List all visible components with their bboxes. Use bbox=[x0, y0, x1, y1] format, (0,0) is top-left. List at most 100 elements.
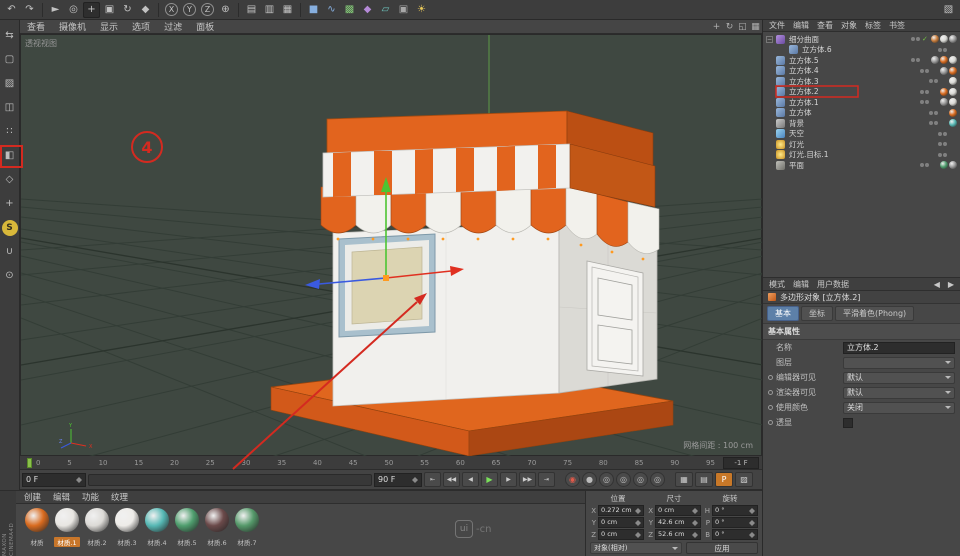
size-y-field[interactable]: 42.6 cm bbox=[655, 517, 701, 528]
visibility-dots[interactable] bbox=[938, 47, 947, 52]
menu-edit[interactable]: 编辑 bbox=[793, 20, 809, 31]
position-y-field[interactable]: 0 cm bbox=[598, 517, 644, 528]
lock-x-icon[interactable]: X bbox=[165, 3, 178, 16]
quantize-icon[interactable]: ⊙ bbox=[2, 268, 18, 284]
lock-y-icon[interactable]: Y bbox=[183, 3, 196, 16]
viewport-canvas[interactable]: 透视视图 网格间距 : 100 cm Y X Z bbox=[20, 34, 763, 457]
render-settings-icon[interactable]: ▦ bbox=[279, 2, 296, 18]
material-tag[interactable] bbox=[931, 35, 939, 44]
rotation-h-field[interactable]: 0 ° bbox=[712, 505, 758, 516]
visibility-dots[interactable] bbox=[938, 131, 947, 136]
object-row[interactable]: 立方体.5 bbox=[763, 55, 960, 66]
editor-visibility-select[interactable]: 默认 bbox=[843, 371, 955, 384]
position-z-field[interactable]: 0 cm bbox=[598, 529, 644, 540]
size-z-field[interactable]: 52.6 cm bbox=[655, 529, 701, 540]
snap-icon[interactable]: S bbox=[1, 220, 18, 236]
material-item[interactable]: 材质.7 bbox=[234, 508, 260, 547]
viewport-label[interactable]: 透视视图 bbox=[25, 38, 57, 49]
render-view-icon[interactable]: ▤ bbox=[243, 2, 260, 18]
menu-bookmarks[interactable]: 书签 bbox=[889, 20, 905, 31]
visibility-dots[interactable] bbox=[938, 142, 947, 147]
last-tool-icon[interactable]: ◆ bbox=[137, 2, 154, 18]
xray-checkbox[interactable] bbox=[843, 417, 853, 428]
move-tool-icon[interactable]: + bbox=[83, 1, 100, 18]
timeline-range-slider[interactable] bbox=[88, 473, 372, 486]
record-scale-toggle[interactable]: ◎ bbox=[616, 472, 631, 487]
material-item[interactable]: 材质 bbox=[24, 508, 50, 547]
menu-view[interactable]: 查看 bbox=[817, 20, 833, 31]
goto-start-button[interactable]: ⇤ bbox=[424, 472, 441, 487]
frame-spinner[interactable] bbox=[76, 474, 82, 486]
material-swatch[interactable] bbox=[115, 508, 139, 532]
coordinate-mode-select[interactable]: 对象(相对) bbox=[590, 542, 682, 554]
add-deformer-icon[interactable]: ◆ bbox=[359, 2, 376, 18]
menu-display[interactable]: 显示 bbox=[93, 20, 125, 33]
keyframe-selection-icon[interactable]: ▦ bbox=[675, 472, 693, 487]
menu-create[interactable]: 创建 bbox=[24, 491, 41, 503]
model-mode-icon[interactable]: ▢ bbox=[2, 52, 18, 68]
next-frame-button[interactable]: ▶ bbox=[500, 472, 517, 487]
menu-objects[interactable]: 对象 bbox=[841, 20, 857, 31]
pan-view-icon[interactable]: + bbox=[710, 22, 723, 32]
enabled-check-icon[interactable]: ✓ bbox=[922, 35, 930, 43]
visibility-dots[interactable] bbox=[920, 100, 929, 105]
material-swatch[interactable] bbox=[145, 508, 169, 532]
make-editable-icon[interactable]: ⇆ bbox=[2, 28, 18, 44]
visibility-dots[interactable] bbox=[929, 79, 938, 84]
object-row[interactable]: − 细分曲面 ✓ bbox=[763, 34, 960, 45]
live-selection-icon[interactable]: ◎ bbox=[65, 2, 82, 18]
zoom-view-icon[interactable]: ◱ bbox=[736, 22, 749, 32]
object-row[interactable]: 立方体.6 bbox=[763, 45, 960, 56]
current-frame-field[interactable]: 0 F bbox=[22, 472, 86, 487]
material-item[interactable]: 材质.3 bbox=[114, 508, 140, 547]
material-item[interactable]: 材质.1 bbox=[54, 508, 80, 547]
menu-function[interactable]: 功能 bbox=[82, 491, 99, 503]
layout-icon[interactable]: ▧ bbox=[940, 2, 957, 18]
add-environment-icon[interactable]: ▱ bbox=[377, 2, 394, 18]
visibility-dots[interactable] bbox=[911, 37, 920, 42]
magnet-icon[interactable]: ∪ bbox=[2, 244, 18, 260]
tab-phong[interactable]: 平滑着色(Phong) bbox=[835, 306, 915, 321]
material-swatch[interactable] bbox=[55, 508, 79, 532]
menu-options[interactable]: 选项 bbox=[125, 20, 157, 33]
position-x-field[interactable]: 0.272 cm bbox=[598, 505, 644, 516]
material-tag[interactable] bbox=[949, 35, 957, 44]
menu-userdata[interactable]: 用户数据 bbox=[817, 279, 849, 290]
expander-icon[interactable]: − bbox=[766, 35, 773, 43]
prev-object-icon[interactable]: ◀ bbox=[934, 280, 940, 289]
visibility-dots[interactable] bbox=[929, 110, 938, 115]
record-parameter-icon[interactable]: P bbox=[715, 472, 733, 487]
visibility-dots[interactable] bbox=[920, 163, 929, 168]
object-row[interactable]: 背景 bbox=[763, 118, 960, 129]
frame-spinner[interactable] bbox=[412, 474, 418, 486]
keyframe-dot[interactable] bbox=[768, 420, 773, 425]
material-tag[interactable] bbox=[940, 35, 948, 44]
menu-texture[interactable]: 纹理 bbox=[111, 491, 128, 503]
name-input[interactable] bbox=[843, 341, 955, 354]
material-item[interactable]: 材质.5 bbox=[174, 508, 200, 547]
material-item[interactable]: 材质.4 bbox=[144, 508, 170, 547]
toggle-views-icon[interactable]: ▦ bbox=[749, 22, 762, 32]
record-pla-toggle[interactable]: ◎ bbox=[650, 472, 665, 487]
material-swatch[interactable] bbox=[175, 508, 199, 532]
object-row[interactable]: 平面 bbox=[763, 160, 960, 171]
add-cube-icon[interactable]: ■ bbox=[305, 2, 322, 18]
object-row[interactable]: 立方体 bbox=[763, 108, 960, 119]
menu-mode[interactable]: 模式 bbox=[769, 279, 785, 290]
visibility-dots[interactable] bbox=[929, 121, 938, 126]
visibility-dots[interactable] bbox=[911, 58, 920, 63]
material-item[interactable]: 材质.6 bbox=[204, 508, 230, 547]
material-swatch[interactable] bbox=[85, 508, 109, 532]
render-picture-viewer-icon[interactable]: ▥ bbox=[261, 2, 278, 18]
lock-z-icon[interactable]: Z bbox=[201, 3, 214, 16]
add-camera-icon[interactable]: ▣ bbox=[395, 2, 412, 18]
autokey-button[interactable]: ● bbox=[582, 472, 597, 487]
points-mode-icon[interactable]: ∷ bbox=[2, 124, 18, 140]
material-swatch[interactable] bbox=[205, 508, 229, 532]
menu-camera[interactable]: 摄像机 bbox=[52, 20, 93, 33]
menu-edit[interactable]: 编辑 bbox=[793, 279, 809, 290]
end-frame-field[interactable]: 90 F bbox=[374, 472, 422, 487]
object-row[interactable]: 立方体.4 bbox=[763, 66, 960, 77]
timeline-ruler[interactable]: 0 5 10 15 20 25 30 35 40 45 50 55 60 65 70 75 80 85 90 95 -… bbox=[20, 456, 762, 470]
polygons-mode-icon[interactable]: ◧ bbox=[2, 148, 18, 164]
